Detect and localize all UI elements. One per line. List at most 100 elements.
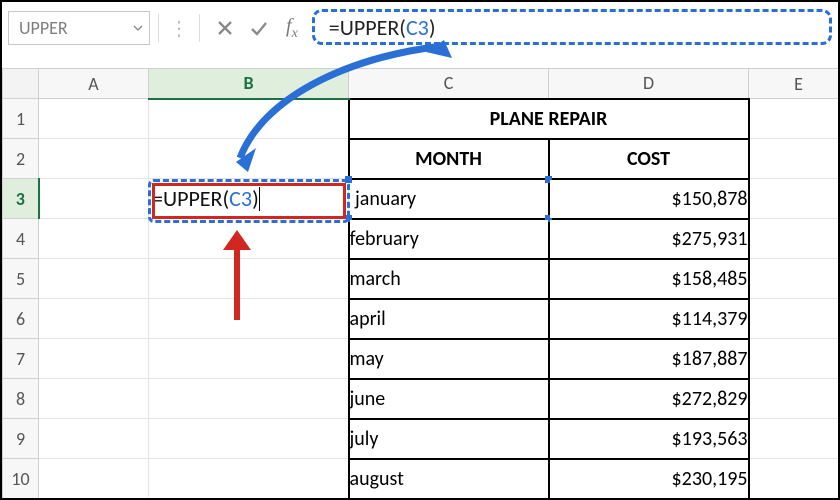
table-row: 6 april $114,379: [3, 299, 840, 339]
cell-B3[interactable]: =UPPER(C3): [149, 179, 349, 219]
row-header-4[interactable]: 4: [3, 219, 39, 259]
cell-B3-editor[interactable]: =UPPER(C3): [149, 179, 348, 218]
b3-prefix: =UPPER(: [152, 185, 229, 212]
cell-D6[interactable]: $114,379: [549, 299, 749, 339]
name-box-value: UPPER: [9, 17, 127, 39]
cell-B1[interactable]: [149, 99, 349, 139]
col-header-C[interactable]: C: [349, 69, 549, 99]
table-row: 4 february $275,931: [3, 219, 840, 259]
cell-A4[interactable]: [39, 219, 149, 259]
more-icon[interactable]: ⋮: [167, 11, 191, 45]
col-header-B[interactable]: B: [149, 69, 349, 99]
cell-C5[interactable]: march: [349, 259, 549, 299]
cell-C3[interactable]: january: [349, 179, 549, 219]
cell-D9[interactable]: $193,563: [549, 419, 749, 459]
cell-B9[interactable]: [149, 419, 349, 459]
cancel-icon[interactable]: [208, 11, 242, 45]
cell-E10[interactable]: [749, 459, 840, 499]
selection-handle[interactable]: [345, 176, 352, 183]
cell-B4[interactable]: [149, 219, 349, 259]
row-header-7[interactable]: 7: [3, 339, 39, 379]
cell-A10[interactable]: [39, 459, 149, 499]
cell-A1[interactable]: [39, 99, 149, 139]
table-row: 7 may $187,887: [3, 339, 840, 379]
cell-D7[interactable]: $187,887: [549, 339, 749, 379]
sheet-table: A B C D E 1 PLANE REPAIR 2 MONTH COST: [2, 68, 840, 500]
cell-E7[interactable]: [749, 339, 840, 379]
table-row: 2 MONTH COST: [3, 139, 840, 179]
worksheet-grid[interactable]: A B C D E 1 PLANE REPAIR 2 MONTH COST: [2, 68, 838, 498]
cell-D4[interactable]: $275,931: [549, 219, 749, 259]
table-row: 9 july $193,563: [3, 419, 840, 459]
cell-B7[interactable]: [149, 339, 349, 379]
cell-C7[interactable]: may: [349, 339, 549, 379]
cell-A3[interactable]: [39, 179, 149, 219]
table-row: 3 =UPPER(C3) january $150,878: [3, 179, 840, 219]
cell-A6[interactable]: [39, 299, 149, 339]
cell-C4[interactable]: february: [349, 219, 549, 259]
row-header-2[interactable]: 2: [3, 139, 39, 179]
name-box[interactable]: UPPER: [8, 11, 150, 45]
cell-D8[interactable]: $272,829: [549, 379, 749, 419]
table-row: 8 june $272,829: [3, 379, 840, 419]
row-header-9[interactable]: 9: [3, 419, 39, 459]
cell-D5[interactable]: $158,485: [549, 259, 749, 299]
cell-C3-value: january: [349, 187, 416, 211]
formula-ref: C3: [406, 14, 429, 41]
cell-E8[interactable]: [749, 379, 840, 419]
column-header-row: A B C D E: [3, 69, 840, 99]
cell-A2[interactable]: [39, 139, 149, 179]
fx-icon[interactable]: fx: [276, 15, 308, 42]
cell-month-header[interactable]: MONTH: [349, 139, 549, 179]
cell-cost-header[interactable]: COST: [549, 139, 749, 179]
cell-E3[interactable]: [749, 179, 840, 219]
cell-B2[interactable]: [149, 139, 349, 179]
formula-bar-wrap: =UPPER(C3): [312, 9, 832, 47]
cell-C10[interactable]: august: [349, 459, 549, 499]
cell-D3[interactable]: $150,878: [549, 179, 749, 219]
cell-E1[interactable]: [749, 99, 840, 139]
divider: [199, 14, 200, 42]
cell-title[interactable]: PLANE REPAIR: [349, 99, 749, 139]
cell-E9[interactable]: [749, 419, 840, 459]
cell-E5[interactable]: [749, 259, 840, 299]
select-all-corner[interactable]: [3, 69, 39, 99]
table-row: 10 august $230,195: [3, 459, 840, 499]
cell-A5[interactable]: [39, 259, 149, 299]
row-header-8[interactable]: 8: [3, 379, 39, 419]
cell-B6[interactable]: [149, 299, 349, 339]
cell-A7[interactable]: [39, 339, 149, 379]
row-header-1[interactable]: 1: [3, 99, 39, 139]
row-header-3[interactable]: 3: [3, 179, 39, 219]
formula-suffix: ): [429, 14, 436, 41]
cell-E6[interactable]: [749, 299, 840, 339]
cell-E4[interactable]: [749, 219, 840, 259]
cell-B8[interactable]: [149, 379, 349, 419]
cell-A9[interactable]: [39, 419, 149, 459]
cell-A8[interactable]: [39, 379, 149, 419]
col-header-E[interactable]: E: [749, 69, 840, 99]
cell-C8[interactable]: june: [349, 379, 549, 419]
b3-ref: C3: [229, 185, 252, 212]
chevron-down-icon[interactable]: [127, 11, 149, 45]
row-header-10[interactable]: 10: [3, 459, 39, 499]
col-header-A[interactable]: A: [39, 69, 149, 99]
divider: [158, 14, 159, 42]
cell-C9[interactable]: july: [349, 419, 549, 459]
row-header-5[interactable]: 5: [3, 259, 39, 299]
table-row: 5 march $158,485: [3, 259, 840, 299]
row-header-6[interactable]: 6: [3, 299, 39, 339]
cell-E2[interactable]: [749, 139, 840, 179]
b3-suffix: ): [252, 185, 259, 212]
accept-icon[interactable]: [242, 11, 276, 45]
cell-B10[interactable]: [149, 459, 349, 499]
formula-prefix: =UPPER(: [329, 14, 406, 41]
formula-bar[interactable]: =UPPER(C3): [312, 9, 832, 45]
col-header-D[interactable]: D: [549, 69, 749, 99]
formula-bar-row: UPPER ⋮ fx =UPPER(C3): [8, 8, 832, 48]
excel-window: UPPER ⋮ fx =UPPER(C3) A: [0, 0, 840, 500]
cell-B5[interactable]: [149, 259, 349, 299]
table-row: 1 PLANE REPAIR: [3, 99, 840, 139]
cell-D10[interactable]: $230,195: [549, 459, 749, 499]
cell-C6[interactable]: april: [349, 299, 549, 339]
